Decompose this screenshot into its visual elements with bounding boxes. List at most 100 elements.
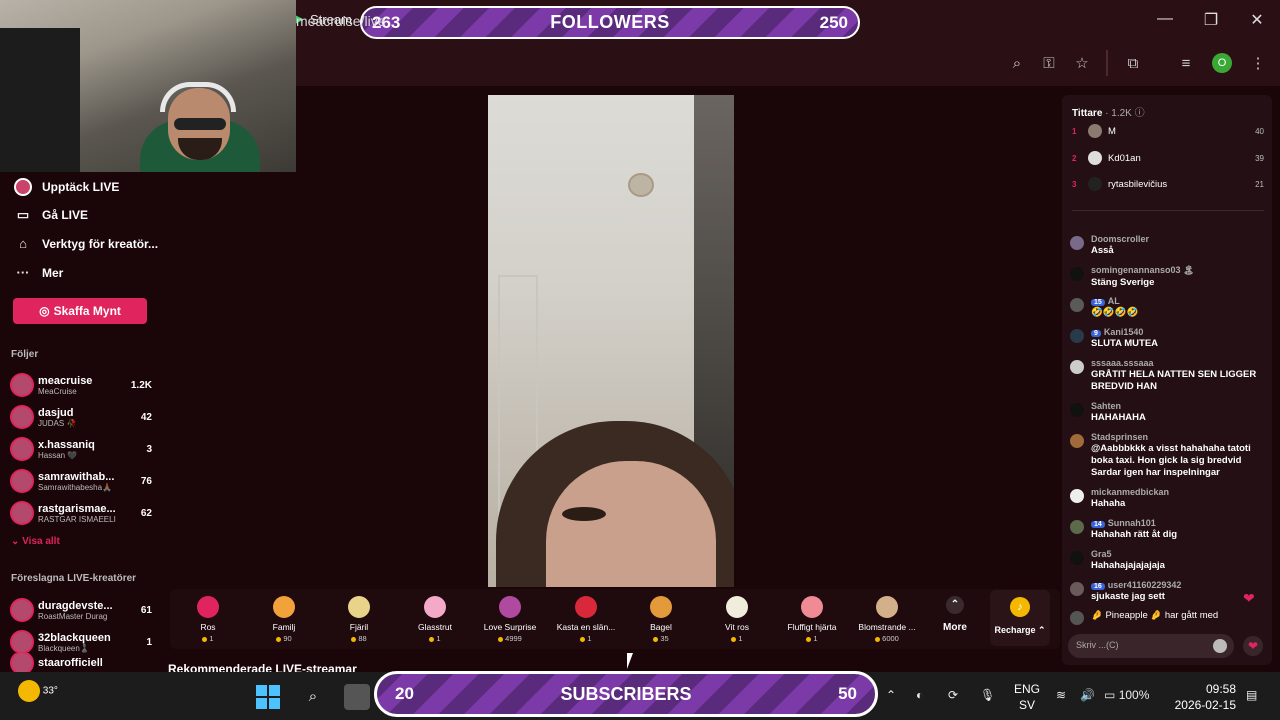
extensions-icon[interactable]: ⧉	[1122, 53, 1144, 75]
viewer-count: 1.2K	[130, 379, 152, 391]
zoom-icon[interactable]: ⌕	[1006, 53, 1028, 75]
gift-icon	[876, 596, 898, 618]
chat-message[interactable]: 15 AL 🤣🤣🤣🤣	[1070, 296, 1262, 319]
chat-message[interactable]: somingenannanso03 🏝 Stäng Sverige	[1070, 265, 1262, 289]
gift-name: Blomstrande ...	[858, 622, 916, 632]
top-viewer-row[interactable]: 1 M 40	[1072, 122, 1264, 140]
chat-input[interactable]: Skriv ...(C)	[1068, 634, 1234, 658]
weather-sun-icon	[18, 680, 40, 702]
nav-go-live[interactable]: ▭ Gå LIVE	[14, 207, 88, 223]
chat-message[interactable]: 9 Kani1540 SLUTA MUTEA	[1070, 327, 1262, 350]
bookmark-star-icon[interactable]: ☆	[1071, 53, 1093, 75]
gift-item[interactable]: Kasta en slän... 1	[551, 596, 621, 643]
more-gifts-button[interactable]: ⌃ More	[938, 596, 972, 633]
gift-item[interactable]: Fluffigt hjärta 1	[777, 596, 847, 643]
gift-price: 88	[324, 634, 394, 643]
subscribers-label: SUBSCRIBERS	[560, 683, 692, 704]
home-icon: ⌂	[19, 236, 27, 251]
like-heart-button[interactable]: ❤	[1243, 636, 1263, 656]
top-viewer-row[interactable]: 3 rytasbilevičius 21	[1072, 175, 1264, 193]
chat-username-text: Stadsprinsen	[1091, 432, 1149, 442]
avatar	[10, 437, 34, 461]
viewer-count: 62	[140, 507, 152, 519]
chat-message[interactable]: Gra5 Hahahajajajajaja	[1070, 549, 1262, 572]
chat-message[interactable]: Sahten HAHAHAHA	[1070, 401, 1262, 424]
gift-icon	[424, 596, 446, 618]
level-badge: 9	[1091, 330, 1101, 337]
chat-message[interactable]: Doomscroller Asså	[1070, 234, 1262, 257]
viewers-title: Tittare	[1072, 108, 1103, 119]
suggested-sub: Blackqueen♟️	[38, 643, 90, 653]
viewer-count: 3	[146, 443, 152, 455]
chat-message[interactable]: mickanmedbickan Hahaha	[1070, 487, 1262, 510]
nav-creator-tools[interactable]: ⌂ Verktyg för kreatör...	[14, 236, 158, 251]
nav-discover-live[interactable]: Upptäck LIVE	[14, 178, 119, 196]
live-video-player[interactable]	[488, 95, 734, 587]
chat-message[interactable]: sssaaa.sssaaa GRÅTIT HELA NATTEN SEN LIGG…	[1070, 358, 1262, 393]
search-icon[interactable]: ⌕	[300, 684, 326, 710]
language-indicator[interactable]: ENG SV	[1014, 681, 1040, 713]
gift-item[interactable]: Vit ros 1	[702, 596, 772, 643]
gift-price: 1	[400, 634, 470, 643]
task-view-icon[interactable]	[344, 684, 370, 710]
following-item[interactable]: x.hassaniq Hassan 🖤 3	[10, 432, 152, 466]
tray-sync-icon[interactable]: ⟳	[948, 688, 958, 702]
following-item[interactable]: samrawithab... Samrawithabesha🙏🏾 76	[10, 464, 152, 498]
close-button[interactable]: ✕	[1242, 10, 1272, 30]
nav-more[interactable]: ··· Mer	[14, 265, 64, 280]
gift-item[interactable]: Glasstrut 1	[400, 596, 470, 643]
windows-start-icon[interactable]	[256, 685, 280, 709]
gift-item[interactable]: Love Surprise 4999	[475, 596, 545, 643]
menu-dots-icon[interactable]: ⋮	[1247, 53, 1269, 75]
chat-message[interactable]: 14 Sunnah101 Hahahah rätt åt dig	[1070, 518, 1262, 541]
media-control-icon[interactable]: ≡	[1175, 53, 1197, 75]
followers-label: FOLLOWERS	[550, 12, 670, 32]
notification-icon[interactable]: ▤	[1246, 688, 1257, 702]
viewer-count: 42	[140, 411, 152, 423]
tray-chevron-icon[interactable]: ⌃	[886, 688, 896, 702]
viewer-name: rytasbilevičius	[1108, 178, 1168, 190]
get-coins-button[interactable]: ◎ Skaffa Mynt	[13, 298, 147, 324]
gift-item[interactable]: Familj 90	[249, 596, 319, 643]
volume-icon[interactable]: 🔊	[1080, 688, 1095, 702]
wifi-icon[interactable]: ≋	[1056, 688, 1066, 702]
info-icon[interactable]: ⓘ	[1135, 108, 1145, 119]
gift-item[interactable]: Bagel 35	[626, 596, 696, 643]
gift-item[interactable]: Ros 1	[173, 596, 243, 643]
avatar	[10, 469, 34, 493]
password-key-icon[interactable]: ⚿	[1038, 53, 1060, 75]
gift-item[interactable]: Fjäril 88	[324, 596, 394, 643]
emoji-icon[interactable]	[1213, 639, 1227, 653]
tray-app-icon[interactable]: ◐	[916, 688, 923, 702]
chat-message[interactable]: Stadsprinsen @Aabbbkkk a visst hahahaha t…	[1070, 432, 1262, 479]
weather-widget[interactable]: 33°	[18, 680, 58, 702]
following-item[interactable]: dasjud JUDAS 🥀 42	[10, 400, 152, 434]
chat-username: mickanmedbickan	[1091, 487, 1262, 497]
url-field[interactable]: meacruise/live	[296, 13, 385, 29]
viewer-count: 76	[140, 475, 152, 487]
gift-name: Fluffigt hjärta	[787, 622, 837, 632]
tray-mic-icon[interactable]: 🎙	[980, 688, 995, 702]
following-item[interactable]: meacruise MeaCruise 1.2K	[10, 368, 152, 402]
chat-text: SLUTA MUTEA	[1091, 338, 1159, 349]
minimize-button[interactable]: —	[1150, 10, 1180, 28]
chat-username: Stadsprinsen	[1091, 432, 1262, 442]
profile-avatar[interactable]: O	[1212, 53, 1232, 73]
join-text: 🤌 Pineapple 🤌 har gått med	[1091, 610, 1219, 621]
following-name: dasjud	[38, 406, 74, 419]
gift-item[interactable]: Blomstrande ... 6000	[852, 596, 922, 643]
gift-price: 4999	[475, 634, 545, 643]
toolbar-divider	[1106, 50, 1108, 76]
following-item[interactable]: rastgarismae... RASTGAR ISMAEELI 62	[10, 496, 152, 530]
battery-indicator[interactable]: ▭ 100%	[1104, 688, 1149, 702]
top-viewer-row[interactable]: 2 Kd01an 39	[1072, 149, 1264, 167]
maximize-button[interactable]: ❐	[1196, 10, 1226, 30]
suggested-item[interactable]: duragdevste... RoastMaster Durag 61	[10, 593, 152, 627]
recharge-button[interactable]: ♪ Recharge ⌃	[990, 590, 1050, 646]
gift-icon	[650, 596, 672, 618]
clock[interactable]: 09:58 2026-02-15	[1172, 681, 1236, 713]
show-all-link[interactable]: ⌄ Visa allt	[11, 536, 60, 547]
suggested-item[interactable]: staarofficiell	[10, 653, 152, 673]
chat-message[interactable]: 16 user41160229342 sjukaste jag sett	[1070, 580, 1262, 603]
live-avatar-icon	[14, 178, 32, 196]
